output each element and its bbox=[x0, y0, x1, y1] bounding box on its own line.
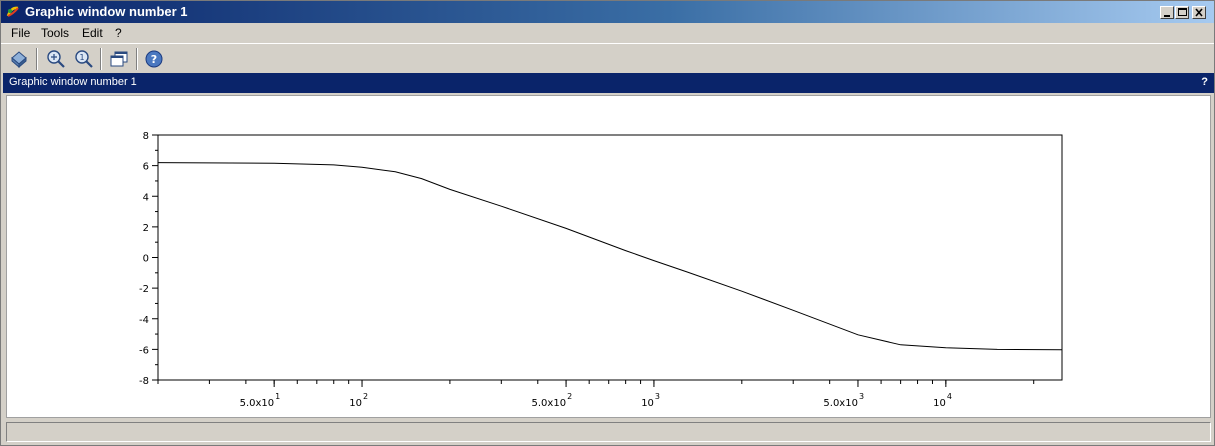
y-tick-label: -2 bbox=[139, 284, 149, 295]
menu-edit[interactable]: Edit bbox=[82, 26, 103, 40]
y-tick-label: 0 bbox=[143, 254, 149, 265]
svg-text:1: 1 bbox=[79, 53, 84, 62]
help-button[interactable]: ? bbox=[143, 48, 165, 70]
y-tick-label: 8 bbox=[143, 131, 149, 142]
dock-title-bar[interactable]: Graphic window number 1 ? bbox=[3, 73, 1214, 93]
y-tick-label: -8 bbox=[139, 376, 149, 387]
windows-button[interactable] bbox=[108, 48, 130, 70]
x-tick-label: 10 bbox=[933, 398, 946, 409]
maximize-icon bbox=[1178, 8, 1187, 16]
x-tick-label-exponent: 1 bbox=[275, 392, 280, 401]
toolbar-separator bbox=[36, 48, 38, 70]
close-icon bbox=[1195, 8, 1203, 17]
windows-icon bbox=[110, 51, 128, 67]
rotate-icon bbox=[11, 51, 27, 69]
y-tick-label: -4 bbox=[139, 315, 149, 326]
x-tick-label: 5.0x10 bbox=[240, 398, 275, 409]
minimize-button[interactable] bbox=[1160, 6, 1174, 19]
x-tick-label-exponent: 2 bbox=[567, 392, 572, 401]
minimize-icon bbox=[1164, 15, 1170, 17]
x-tick-label-exponent: 3 bbox=[655, 392, 660, 401]
scilab-app-icon bbox=[6, 6, 19, 17]
y-tick-label: 6 bbox=[143, 162, 149, 173]
zoom-reset-button[interactable]: 1 bbox=[73, 48, 95, 70]
dock-help-button[interactable]: ? bbox=[1201, 76, 1208, 88]
plot-frame bbox=[157, 134, 1063, 381]
zoom-in-icon bbox=[47, 50, 65, 68]
x-tick-label: 10 bbox=[349, 398, 362, 409]
window-title: Graphic window number 1 bbox=[25, 4, 188, 19]
help-icon: ? bbox=[145, 50, 163, 68]
x-tick-label-exponent: 2 bbox=[363, 392, 368, 401]
plot-svg: 86420-2-4-6-85.0x1011025.0x1021035.0x103… bbox=[139, 131, 1063, 409]
menu-tools[interactable]: Tools bbox=[41, 26, 69, 40]
toolbar: 1 ? bbox=[1, 43, 1214, 73]
x-tick-label-exponent: 3 bbox=[859, 392, 864, 401]
dock-title: Graphic window number 1 bbox=[9, 76, 137, 88]
status-bar bbox=[6, 422, 1211, 442]
menu-file[interactable]: File bbox=[11, 26, 30, 40]
x-tick-label-exponent: 4 bbox=[947, 392, 952, 401]
menu-bar: File Tools Edit ? bbox=[1, 23, 1214, 43]
graphic-window: Graphic window number 1 File Tools Edit … bbox=[0, 0, 1215, 446]
y-tick-label: 2 bbox=[143, 223, 149, 234]
close-button[interactable] bbox=[1192, 6, 1206, 19]
zoom-reset-icon: 1 bbox=[75, 50, 93, 68]
menu-help[interactable]: ? bbox=[115, 26, 122, 40]
y-tick-label: -6 bbox=[139, 345, 149, 356]
rotate-button[interactable] bbox=[8, 48, 30, 70]
series-line bbox=[157, 162, 1063, 351]
toolbar-separator bbox=[100, 48, 102, 70]
graphic-canvas[interactable]: 8 6 4 2 0 -2 -4 -6 -8 5.0x10 1 10 2 5.0x10 2 10 3 5.0x10 3… bbox=[6, 95, 1211, 418]
toolbar-separator bbox=[136, 48, 138, 70]
x-tick-label: 5.0x10 bbox=[532, 398, 567, 409]
y-tick-label: 4 bbox=[143, 192, 149, 203]
x-tick-label: 10 bbox=[641, 398, 654, 409]
title-bar[interactable]: Graphic window number 1 bbox=[1, 1, 1214, 23]
maximize-button[interactable] bbox=[1175, 6, 1189, 19]
svg-text:?: ? bbox=[151, 53, 157, 66]
zoom-in-button[interactable] bbox=[45, 48, 67, 70]
x-tick-label: 5.0x10 bbox=[823, 398, 858, 409]
